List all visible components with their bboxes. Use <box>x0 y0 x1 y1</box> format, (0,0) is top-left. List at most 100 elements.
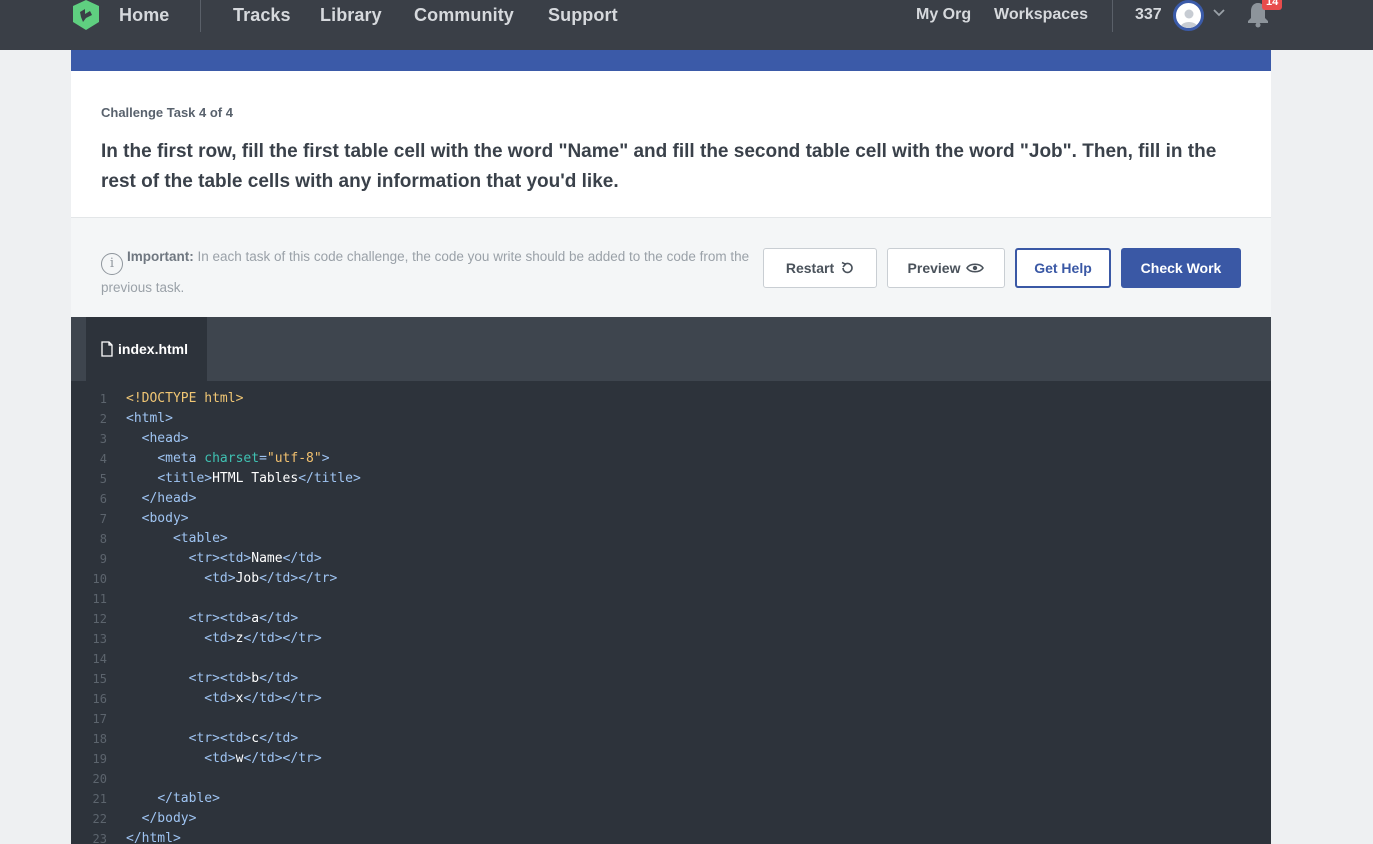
code-line[interactable]: 1 <!DOCTYPE html> <box>71 389 1271 409</box>
code-text: <tr><td>b</td> <box>188 671 299 686</box>
code-text: <body> <box>141 511 189 526</box>
code-text: </body> <box>141 811 197 826</box>
eye-icon <box>966 263 985 273</box>
code-line[interactable]: 5 <title>HTML Tables</title> <box>71 469 1271 489</box>
code-line[interactable]: 20 <box>71 769 1271 789</box>
task-counter: Challenge Task 4 of 4 <box>101 105 233 120</box>
code-line[interactable]: 6 </head> <box>71 489 1271 509</box>
code-line[interactable]: 7 <body> <box>71 509 1271 529</box>
line-number: 22 <box>92 812 107 826</box>
treehouse-logo-icon[interactable] <box>71 0 101 30</box>
challenge-progress-bar <box>71 50 1271 71</box>
restart-label: Restart <box>785 260 835 276</box>
code-line[interactable]: 18 <tr><td>c</td> <box>71 729 1271 749</box>
code-line[interactable]: 12 <tr><td>a</td> <box>71 609 1271 629</box>
editor-tab-bar: index.html <box>71 317 1271 381</box>
code-line[interactable]: 17 <box>71 709 1271 729</box>
check-work-button[interactable]: Check Work <box>1121 248 1241 288</box>
code-text: <table> <box>172 531 228 546</box>
user-silhouette-icon <box>1179 9 1198 28</box>
line-number: 2 <box>99 412 107 426</box>
line-number: 1 <box>99 392 107 406</box>
file-tab-index-html[interactable]: index.html <box>86 317 207 381</box>
code-text: </table> <box>157 791 220 806</box>
task-panel: Challenge Task 4 of 4 In the first row, … <box>71 71 1271 217</box>
code-line[interactable]: 22 </body> <box>71 809 1271 829</box>
important-notice: i Important: In each task of this code ch… <box>101 244 761 300</box>
action-bar: i Important: In each task of this code ch… <box>71 217 1271 317</box>
important-text: In each task of this code challenge, the… <box>101 249 750 295</box>
nav-my-org-link[interactable]: My Org <box>916 6 971 24</box>
code-line[interactable]: 8 <table> <box>71 529 1271 549</box>
notification-count-badge: 14 <box>1262 0 1283 10</box>
code-line[interactable]: 4 <meta charset="utf-8"> <box>71 449 1271 469</box>
restart-button[interactable]: Restart <box>763 248 877 288</box>
preview-button[interactable]: Preview <box>887 248 1005 288</box>
code-text: <!DOCTYPE html> <box>126 391 244 406</box>
chevron-down-icon[interactable] <box>1212 6 1226 20</box>
top-navigation: Home Tracks Library Community Support My… <box>0 0 1373 50</box>
nav-library-link[interactable]: Library <box>320 5 382 26</box>
line-number: 13 <box>92 632 107 646</box>
code-text: <td>x</td></tr> <box>204 691 322 706</box>
nav-divider <box>1112 0 1113 32</box>
code-line[interactable]: 16 <td>x</td></tr> <box>71 689 1271 709</box>
file-icon <box>101 341 113 357</box>
line-number: 5 <box>99 472 107 486</box>
code-line[interactable]: 19 <td>w</td></tr> <box>71 749 1271 769</box>
nav-home-link[interactable]: Home <box>119 5 169 26</box>
line-number: 6 <box>99 492 107 506</box>
code-line[interactable]: 23 </html> <box>71 829 1271 844</box>
line-number: 19 <box>92 752 107 766</box>
line-number: 23 <box>92 832 107 844</box>
code-editor[interactable]: 1 <!DOCTYPE html> 2 <html> 3 <head> 4 <meta c… <box>71 381 1271 844</box>
code-line[interactable]: 21 </table> <box>71 789 1271 809</box>
line-number: 16 <box>92 692 107 706</box>
code-text: <td>Job</td></tr> <box>204 571 338 586</box>
nav-divider <box>200 0 201 32</box>
code-text: </html> <box>126 831 181 844</box>
code-text: </head> <box>141 491 197 506</box>
code-text: <td>z</td></tr> <box>204 631 322 646</box>
user-avatar[interactable] <box>1173 0 1204 31</box>
line-number: 8 <box>99 532 107 546</box>
restart-icon <box>841 261 853 274</box>
preview-label: Preview <box>907 260 961 276</box>
code-line[interactable]: 10 <td>Job</td></tr> <box>71 569 1271 589</box>
code-text: <tr><td>Name</td> <box>188 551 322 566</box>
code-line[interactable]: 14 <box>71 649 1271 669</box>
code-text: <title>HTML Tables</title> <box>157 471 361 486</box>
important-label: Important: <box>127 249 194 264</box>
task-instructions: In the first row, fill the first table c… <box>101 141 1217 192</box>
code-text: <td>w</td></tr> <box>204 751 322 766</box>
code-text: <tr><td>c</td> <box>188 731 299 746</box>
nav-community-link[interactable]: Community <box>414 5 514 26</box>
line-number: 3 <box>99 432 107 446</box>
line-number: 17 <box>92 712 107 726</box>
points-counter: 337 <box>1135 6 1162 23</box>
code-line[interactable]: 15 <tr><td>b</td> <box>71 669 1271 689</box>
code-line[interactable]: 13 <td>z</td></tr> <box>71 629 1271 649</box>
line-number: 7 <box>99 512 107 526</box>
get-help-button[interactable]: Get Help <box>1015 248 1111 288</box>
code-line[interactable]: 3 <head> <box>71 429 1271 449</box>
code-text: <meta charset="utf-8"> <box>157 451 330 466</box>
nav-tracks-link[interactable]: Tracks <box>233 5 291 26</box>
info-icon: i <box>101 253 123 275</box>
line-number: 15 <box>92 672 107 686</box>
code-line[interactable]: 2 <html> <box>71 409 1271 429</box>
nav-support-link[interactable]: Support <box>548 5 618 26</box>
nav-workspaces-link[interactable]: Workspaces <box>994 6 1088 24</box>
line-number: 4 <box>99 452 107 466</box>
line-number: 20 <box>92 772 107 786</box>
code-line[interactable]: 9 <tr><td>Name</td> <box>71 549 1271 569</box>
code-line[interactable]: 11 <box>71 589 1271 609</box>
line-number: 14 <box>92 652 107 666</box>
line-number: 21 <box>92 792 107 806</box>
file-tab-label: index.html <box>118 341 189 357</box>
code-text: <tr><td>a</td> <box>188 611 299 626</box>
